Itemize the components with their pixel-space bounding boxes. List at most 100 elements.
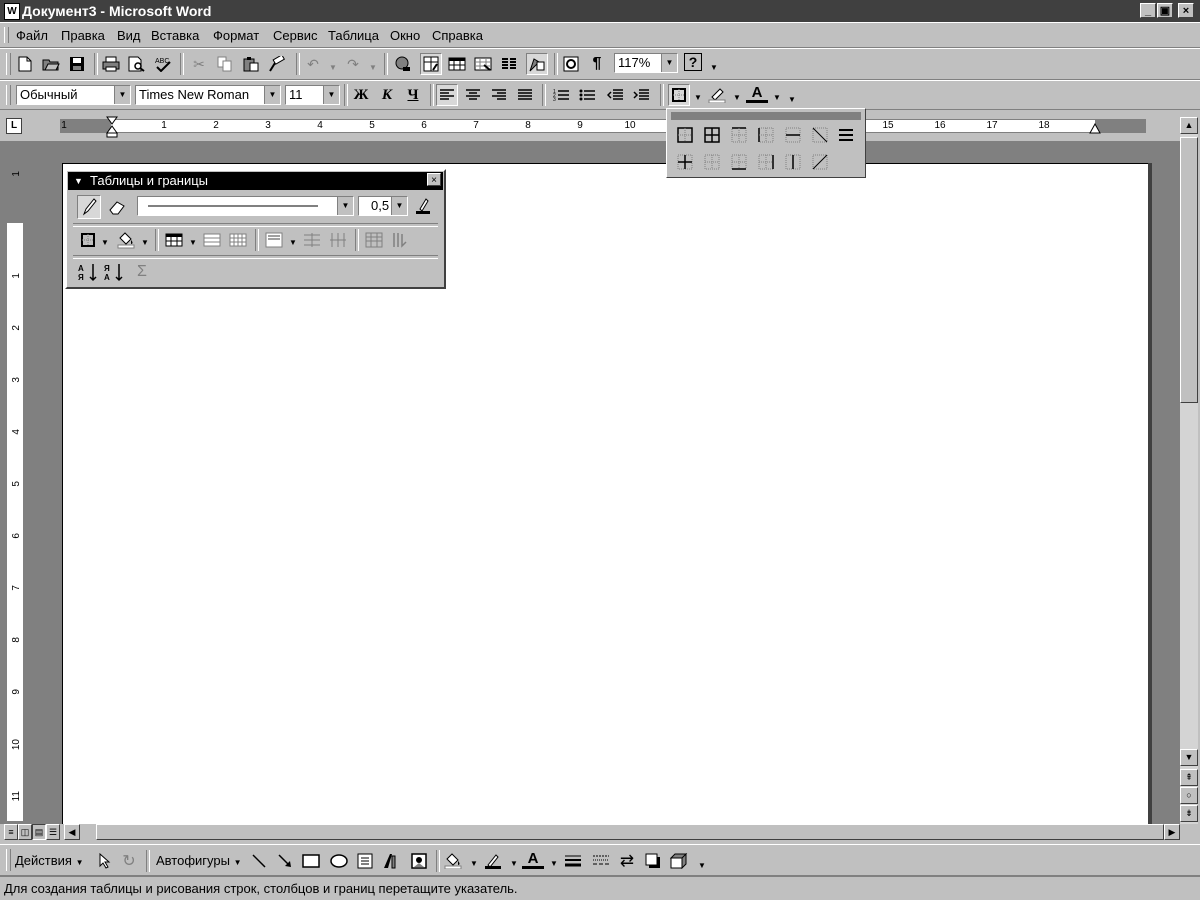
fill-color-dropdown-icon[interactable]: ▼ bbox=[470, 859, 478, 868]
print-preview-icon[interactable] bbox=[126, 53, 148, 75]
font-size-combo[interactable]: 11 ▼ bbox=[285, 85, 340, 105]
menu-file[interactable]: Файл bbox=[16, 28, 48, 43]
draw-table-pencil-icon[interactable] bbox=[77, 195, 101, 219]
insert-table-dropdown-icon[interactable]: ▼ bbox=[189, 238, 197, 247]
undo-dropdown-icon[interactable]: ▼ bbox=[329, 63, 337, 72]
diagonal-up-border-icon[interactable] bbox=[812, 154, 828, 170]
menu-table[interactable]: Таблица bbox=[328, 28, 379, 43]
insert-picture-icon[interactable] bbox=[408, 850, 430, 872]
outline-view-icon[interactable]: ☰ bbox=[46, 824, 60, 840]
actions-menu[interactable]: Действия ▼ bbox=[15, 853, 84, 868]
toolbar-options-dropdown-icon[interactable]: ▼ bbox=[710, 63, 718, 72]
undo-icon[interactable]: ↶ bbox=[302, 53, 324, 75]
cut-icon[interactable]: ✂ bbox=[188, 53, 210, 75]
font-color-dropdown-icon[interactable]: ▼ bbox=[773, 93, 781, 102]
horizontal-scrollbar[interactable]: ▶ bbox=[96, 824, 1180, 840]
align-center-icon[interactable] bbox=[462, 84, 484, 106]
new-document-icon[interactable] bbox=[14, 53, 36, 75]
outside-border-icon[interactable] bbox=[677, 127, 693, 143]
right-indent-marker-icon[interactable] bbox=[1089, 123, 1101, 135]
normal-view-icon[interactable]: ≡ bbox=[4, 824, 18, 840]
menu-view[interactable]: Вид bbox=[117, 28, 141, 43]
tables-and-borders-toolbar[interactable]: ▼ Таблицы и границы × ▼ 0,5 ▼ ▼ ▼ ▼ ▼ А … bbox=[65, 169, 446, 289]
top-border-icon[interactable] bbox=[731, 127, 747, 143]
sort-descending-icon[interactable]: ЯА bbox=[103, 261, 125, 283]
shading-color-icon[interactable] bbox=[115, 229, 137, 251]
line-style-icon[interactable] bbox=[562, 850, 584, 872]
outside-border-icon[interactable] bbox=[77, 229, 99, 251]
toolbar-options-dropdown-icon[interactable]: ▼ bbox=[698, 861, 706, 870]
spelling-icon[interactable]: ABC bbox=[152, 53, 174, 75]
format-painter-icon[interactable] bbox=[266, 53, 288, 75]
toolbar-grip[interactable] bbox=[6, 849, 11, 871]
scroll-left-icon[interactable]: ◀ bbox=[64, 824, 80, 840]
chevron-down-icon[interactable]: ▼ bbox=[114, 86, 130, 104]
font-color-dropdown-icon[interactable]: ▼ bbox=[550, 859, 558, 868]
align-left-icon[interactable] bbox=[436, 84, 458, 106]
line-weight-combo[interactable]: 0,5 ▼ bbox=[358, 196, 408, 216]
oval-icon[interactable] bbox=[328, 850, 350, 872]
border-dropdown-icon[interactable]: ▼ bbox=[101, 238, 109, 247]
wordart-icon[interactable] bbox=[380, 850, 402, 872]
outside-border-icon[interactable] bbox=[668, 84, 690, 106]
insert-table-icon[interactable] bbox=[163, 229, 185, 251]
drawing-icon[interactable] bbox=[526, 53, 548, 75]
menu-grip[interactable] bbox=[4, 27, 9, 43]
scroll-thumb[interactable] bbox=[96, 824, 1164, 840]
toolbar-titlebar[interactable]: ▼ Таблицы и границы bbox=[68, 172, 443, 190]
scroll-up-icon[interactable]: ▲ bbox=[1180, 117, 1198, 134]
copy-icon[interactable] bbox=[214, 53, 236, 75]
shadow-icon[interactable] bbox=[642, 850, 664, 872]
toolbar-grip[interactable] bbox=[6, 85, 11, 105]
arrow-icon[interactable] bbox=[274, 850, 296, 872]
increase-indent-icon[interactable] bbox=[630, 84, 652, 106]
minimize-button[interactable]: _ bbox=[1140, 3, 1156, 18]
open-folder-icon[interactable] bbox=[40, 53, 62, 75]
chevron-down-icon[interactable]: ▼ bbox=[337, 197, 353, 215]
autoshapes-menu[interactable]: Автофигуры ▼ bbox=[156, 853, 242, 868]
border-dropdown-icon[interactable]: ▼ bbox=[694, 93, 702, 102]
borders-popup[interactable] bbox=[666, 108, 866, 178]
menu-insert[interactable]: Вставка bbox=[151, 28, 199, 43]
scroll-thumb[interactable] bbox=[1180, 137, 1198, 403]
inside-vertical-border-icon[interactable] bbox=[785, 154, 801, 170]
toolbar-options-dropdown-icon[interactable]: ▼ bbox=[788, 95, 796, 104]
right-border-icon[interactable] bbox=[758, 154, 774, 170]
menu-window[interactable]: Окно bbox=[390, 28, 420, 43]
vertical-ruler[interactable]: 1 1 2 3 4 5 6 7 8 9 10 11 bbox=[6, 150, 24, 822]
chevron-down-icon[interactable]: ▼ bbox=[264, 86, 280, 104]
numbering-icon[interactable]: 123 bbox=[550, 84, 572, 106]
menu-edit[interactable]: Правка bbox=[61, 28, 105, 43]
bullets-icon[interactable] bbox=[576, 84, 598, 106]
arrow-style-icon[interactable]: ⇄ bbox=[616, 850, 638, 872]
document-map-icon[interactable] bbox=[560, 53, 582, 75]
save-icon[interactable] bbox=[66, 53, 88, 75]
autosum-icon[interactable]: Σ bbox=[131, 261, 153, 283]
previous-page-icon[interactable]: ⇞ bbox=[1180, 769, 1198, 786]
line-style-combo[interactable]: ▼ bbox=[137, 196, 354, 216]
word-app-icon[interactable]: W bbox=[4, 3, 20, 20]
help-icon[interactable]: ? bbox=[684, 53, 702, 71]
popup-drag-bar[interactable] bbox=[671, 112, 861, 120]
italic-button[interactable]: К bbox=[376, 84, 398, 106]
zoom-combo[interactable]: 117% ▼ bbox=[614, 53, 678, 73]
highlight-icon[interactable] bbox=[706, 84, 728, 106]
redo-dropdown-icon[interactable]: ▼ bbox=[369, 63, 377, 72]
style-combo[interactable]: Обычный ▼ bbox=[16, 85, 131, 105]
close-button[interactable]: × bbox=[1178, 3, 1194, 18]
fill-color-icon[interactable] bbox=[442, 850, 464, 872]
chevron-down-icon[interactable]: ▼ bbox=[661, 54, 677, 72]
toolbar-grip[interactable] bbox=[6, 53, 11, 75]
3d-icon[interactable] bbox=[668, 850, 690, 872]
scroll-down-icon[interactable]: ▼ bbox=[1180, 749, 1198, 766]
eraser-icon[interactable] bbox=[105, 195, 129, 219]
close-icon[interactable]: × bbox=[427, 173, 441, 186]
font-color-icon[interactable]: A bbox=[522, 850, 544, 869]
chevron-down-icon[interactable]: ▼ bbox=[323, 86, 339, 104]
columns-icon[interactable] bbox=[498, 53, 520, 75]
chevron-down-icon[interactable]: ▼ bbox=[391, 197, 407, 215]
line-color-icon[interactable] bbox=[482, 850, 504, 872]
show-formatting-marks-icon[interactable]: ¶ bbox=[586, 53, 608, 75]
justify-icon[interactable] bbox=[514, 84, 536, 106]
decrease-indent-icon[interactable] bbox=[604, 84, 626, 106]
